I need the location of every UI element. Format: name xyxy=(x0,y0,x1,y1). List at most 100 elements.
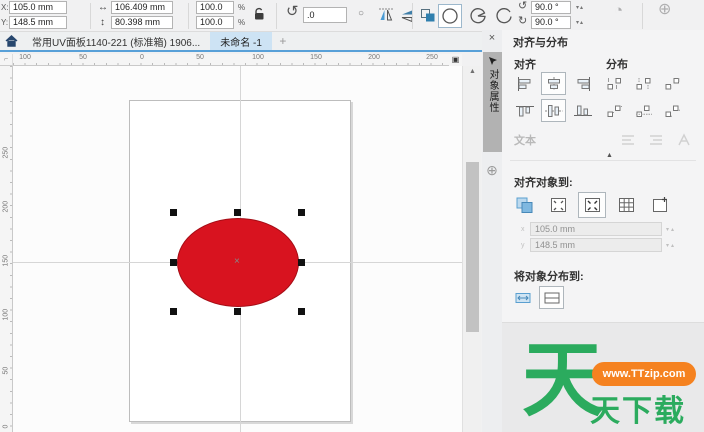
align-objects-to-label: 对齐对象到: xyxy=(514,177,573,189)
selection-handle-e[interactable] xyxy=(298,259,305,266)
align-y-field: 148.5 mm xyxy=(530,238,662,252)
scale-y-percent-label: % xyxy=(238,18,246,27)
selection-handle-nw[interactable] xyxy=(170,209,177,216)
selection-center-mark: × xyxy=(234,256,240,267)
align-left-button[interactable] xyxy=(512,72,537,95)
object-height-field[interactable]: 80.398 mm xyxy=(111,16,173,29)
distribute-center-horizontally-button[interactable] xyxy=(631,72,656,95)
ruler-options-icon[interactable]: ▣ xyxy=(449,54,462,66)
start-angle-icon: ↺ xyxy=(518,0,528,12)
distribute-objects-to-label: 将对象分布到: xyxy=(514,271,584,283)
scale-x-field[interactable]: 100.0 xyxy=(196,1,234,14)
align-center-horizontally-button[interactable] xyxy=(541,72,566,95)
ruler-v-label: 50 xyxy=(2,366,10,375)
horizontal-ruler[interactable]: 100 50 0 50 100 150 200 250 xyxy=(13,54,462,66)
ruler-v-label: 250 xyxy=(2,146,10,159)
add-docker-icon[interactable]: ⊕ xyxy=(482,162,502,179)
ruler-origin-button[interactable]: ⌐ xyxy=(0,54,13,66)
start-angle-spinner[interactable]: ▾▴ xyxy=(576,4,584,11)
separator xyxy=(188,3,189,29)
mirror-vertical-icon[interactable] xyxy=(400,8,416,27)
selection-handle-w[interactable] xyxy=(170,259,177,266)
ruler-v-label: 150 xyxy=(2,254,10,267)
change-direction-icon: ◔ xyxy=(614,2,624,19)
selection-handle-sw[interactable] xyxy=(170,308,177,315)
align-x-spinner: ▾▴ xyxy=(666,227,677,233)
distribute-center-vertically-button[interactable] xyxy=(631,99,656,122)
rotation-icon: ↺ xyxy=(286,3,299,20)
home-icon[interactable] xyxy=(0,32,22,50)
separator xyxy=(412,3,413,29)
align-to-active-objects-button[interactable] xyxy=(510,192,538,218)
object-width-field[interactable]: 106.409 mm xyxy=(111,1,173,14)
distribute-to-selection-extent-button[interactable] xyxy=(510,286,535,309)
close-docker-icon[interactable]: × xyxy=(482,32,502,44)
vertical-scrollbar[interactable]: ▲ xyxy=(462,66,481,432)
new-document-button[interactable]: + xyxy=(272,32,294,50)
align-top-button[interactable] xyxy=(512,99,537,122)
ruler-h-label: 150 xyxy=(310,54,322,61)
ellipse-shape-button[interactable] xyxy=(438,4,462,28)
object-height-icon: ↕ xyxy=(100,17,105,28)
watermark-url-badge: www.TTzip.com xyxy=(592,362,696,386)
scroll-up-arrow-icon[interactable]: ▲ xyxy=(463,68,482,75)
y-position-field[interactable]: 148.5 mm xyxy=(9,16,67,29)
document-tab-1[interactable]: 常用UV面板1140-221 (标准箱) 1906... xyxy=(22,32,210,50)
scale-y-field[interactable]: 100.0 xyxy=(196,16,234,29)
arc-shape-button[interactable] xyxy=(492,4,516,28)
ruler-h-label: 0 xyxy=(140,54,144,61)
pie-shape-button[interactable] xyxy=(466,4,490,28)
ruler-v-label: 200 xyxy=(2,200,10,213)
selection-handle-se[interactable] xyxy=(298,308,305,315)
docker-rail: × 对象属性 ⊕ xyxy=(482,30,502,432)
text-align-baseline-first-icon xyxy=(615,128,640,151)
text-align-baseline-last-icon xyxy=(643,128,668,151)
align-to-page-edge-button[interactable] xyxy=(544,192,572,218)
object-order-icon[interactable] xyxy=(420,8,436,28)
ruler-v-label: 0 xyxy=(2,424,10,429)
ruler-h-label: 250 xyxy=(426,54,438,61)
ruler-h-label: 50 xyxy=(196,54,204,61)
distribute-top-button[interactable] xyxy=(602,99,627,122)
quick-customize-icon: ⊕ xyxy=(658,1,672,18)
selection-handle-ne[interactable] xyxy=(298,209,305,216)
rotation-angle-field[interactable]: .0 xyxy=(303,7,347,23)
align-to-page-center-button[interactable] xyxy=(578,192,606,218)
distribute-right-button[interactable] xyxy=(660,72,685,95)
selection-handle-n[interactable] xyxy=(234,209,241,216)
distribute-left-button[interactable] xyxy=(602,72,627,95)
align-to-grid-button[interactable] xyxy=(612,192,640,218)
drawing-canvas[interactable]: × xyxy=(13,66,462,432)
text-align-bounding-box-icon xyxy=(671,128,696,151)
y-label: Y: xyxy=(1,18,9,27)
x-position-field[interactable]: 105.0 mm xyxy=(9,1,67,14)
align-bottom-button[interactable] xyxy=(570,99,595,122)
align-to-specified-point-button[interactable] xyxy=(646,192,674,218)
property-bar: X: 105.0 mm Y: 148.5 mm ↔ 106.409 mm ↕ 8… xyxy=(0,0,704,32)
section-divider xyxy=(510,160,696,161)
selection-handle-s[interactable] xyxy=(234,308,241,315)
ellipse-node-icon: ○ xyxy=(358,8,365,19)
watermark-brand-text: 天下载 xyxy=(590,395,686,428)
align-center-vertically-button[interactable] xyxy=(541,99,566,122)
mirror-horizontal-icon[interactable] xyxy=(378,8,394,27)
end-angle-field[interactable]: 90.0 ° xyxy=(531,16,571,29)
align-right-button[interactable] xyxy=(570,72,595,95)
end-angle-spinner[interactable]: ▾▴ xyxy=(576,19,584,26)
object-properties-tab[interactable]: 对象属性 xyxy=(483,52,502,152)
ruler-h-label: 100 xyxy=(19,54,31,61)
separator xyxy=(90,3,91,29)
align-x-field: 105.0 mm xyxy=(530,222,662,236)
object-properties-icon xyxy=(488,57,497,65)
document-tab-2[interactable]: 未命名 -1 xyxy=(210,32,272,50)
vertical-ruler[interactable]: 250 200 150 100 50 0 xyxy=(0,66,13,432)
collapse-arrow-icon[interactable]: ▲ xyxy=(606,152,613,159)
align-y-tiny-label: y xyxy=(521,242,525,249)
distribute-to-page-extent-button[interactable] xyxy=(539,286,564,309)
start-angle-field[interactable]: 90.0 ° xyxy=(531,1,571,14)
panel-title: 对齐与分布 xyxy=(513,37,568,49)
watermark: 天 www.TTzip.com 天下载 xyxy=(522,340,704,432)
distribute-bottom-button[interactable] xyxy=(660,99,685,122)
lock-ratio-icon[interactable] xyxy=(252,7,266,27)
scrollbar-thumb[interactable] xyxy=(466,162,479,332)
